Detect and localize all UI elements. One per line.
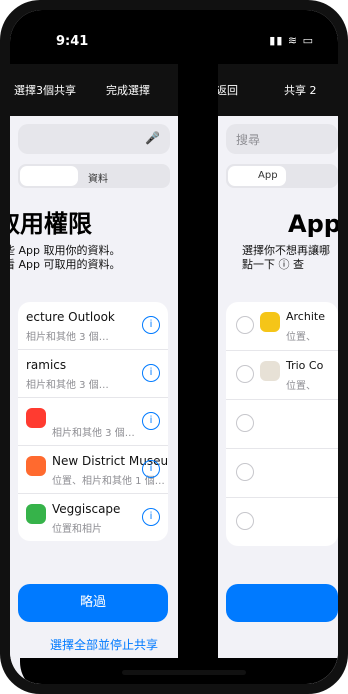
- architecture-outlook-icon: [260, 312, 280, 332]
- status-time: 9:41: [56, 34, 89, 49]
- description: 些 App 取用你的資料。 看 App 可取用的資料。: [10, 244, 120, 272]
- list-item[interactable]: New District Museum 位置、相片和其他 1 個… i: [18, 446, 168, 494]
- app-name: ecture Outlook: [26, 310, 115, 324]
- search-placeholder: 搜尋: [236, 133, 261, 147]
- list-item[interactable]: [226, 449, 338, 498]
- search-field[interactable]: 搜尋: [226, 124, 338, 154]
- info-icon[interactable]: i: [142, 412, 160, 430]
- list-item[interactable]: [226, 400, 338, 449]
- app-name: Archite: [286, 310, 325, 323]
- list-item[interactable]: ramics 相片和其他 3 個… i: [18, 350, 168, 398]
- done-selection[interactable]: 完成選擇: [106, 82, 150, 98]
- segment-app[interactable]: App: [258, 170, 278, 181]
- desc-line-1: 些 App 取用你的資料。: [10, 244, 121, 257]
- list-item[interactable]: 相片和其他 3 個… i: [18, 398, 168, 446]
- phone-screen: 9:41 ▮▮ ≋ ▭ 選擇3個共享 完成選擇 返回 共享 2 🎤 資料 取用權…: [10, 10, 338, 684]
- search-field[interactable]: 🎤: [18, 124, 170, 154]
- split-divider: [178, 64, 218, 684]
- phone-frame: 9:41 ▮▮ ≋ ▭ 選擇3個共享 完成選擇 返回 共享 2 🎤 資料 取用權…: [0, 0, 348, 694]
- list-item[interactable]: Trio Co 位置、: [226, 351, 338, 400]
- description: 選擇你不想再讓哪 點一下 ⓘ 查: [242, 244, 330, 272]
- info-icon[interactable]: i: [142, 508, 160, 526]
- app-subtitle: 相片和其他 3 個…: [26, 380, 109, 391]
- veggiscape-icon: [26, 504, 46, 524]
- trio-ceramics-icon: [260, 361, 280, 381]
- dynamic-island: [126, 10, 222, 36]
- desc-line-2: 點一下 ⓘ 查: [242, 258, 304, 271]
- segment-data[interactable]: 資料: [88, 170, 108, 185]
- desc-line-1: 選擇你不想再讓哪: [242, 244, 330, 257]
- right-title: 共享 2: [284, 84, 317, 97]
- stop-sharing-all-link[interactable]: 選擇全部並停止共享: [50, 636, 158, 653]
- info-icon[interactable]: i: [142, 316, 160, 334]
- info-icon[interactable]: i: [142, 460, 160, 478]
- museum-icon: [26, 456, 46, 476]
- list-item[interactable]: ecture Outlook 相片和其他 3 個… i: [18, 302, 168, 350]
- right-panel: 搜尋 App App 取 選擇你不想再讓哪 點一下 ⓘ 查 Archite 位置…: [218, 116, 338, 684]
- app-icon: [26, 408, 46, 428]
- top-bar: 選擇3個共享 完成選擇 返回 共享 2: [10, 64, 338, 116]
- mic-icon[interactable]: 🎤: [145, 131, 160, 145]
- app-name: Veggiscape: [52, 502, 121, 516]
- app-subtitle: 位置和相片: [52, 524, 102, 535]
- radio-button[interactable]: [236, 512, 254, 530]
- list-item[interactable]: [226, 498, 338, 546]
- app-subtitle: 位置、: [286, 332, 316, 343]
- app-select-list: Archite 位置、 Trio Co 位置、: [226, 302, 338, 546]
- status-bar: 9:41 ▮▮ ≋ ▭: [10, 10, 338, 64]
- app-subtitle: 位置、: [286, 381, 316, 392]
- skip-button[interactable]: 略過: [18, 584, 168, 622]
- app-list: ecture Outlook 相片和其他 3 個… i ramics 相片和其他…: [18, 302, 168, 541]
- info-icon[interactable]: i: [142, 364, 160, 382]
- segmented-control[interactable]: App: [226, 164, 338, 188]
- page-title: App 取: [288, 210, 338, 238]
- radio-button[interactable]: [236, 365, 254, 383]
- app-name: ramics: [26, 358, 67, 372]
- skip-button[interactable]: [226, 584, 338, 622]
- app-subtitle: 相片和其他 3 個…: [52, 428, 135, 439]
- left-panel: 🎤 資料 取用權限 些 App 取用你的資料。 看 App 可取用的資料。 ec…: [10, 116, 178, 684]
- segment-selected: [20, 166, 78, 186]
- radio-button[interactable]: [236, 463, 254, 481]
- radio-button[interactable]: [236, 414, 254, 432]
- list-item[interactable]: Veggiscape 位置和相片 i: [18, 494, 168, 541]
- app-name: Trio Co: [286, 359, 324, 372]
- status-indicators: ▮▮ ≋ ▭: [269, 34, 314, 47]
- radio-button[interactable]: [236, 316, 254, 334]
- left-title: 選擇3個共享: [14, 84, 76, 97]
- back-button[interactable]: 返回: [216, 82, 238, 98]
- home-indicator[interactable]: [122, 670, 246, 675]
- app-subtitle: 相片和其他 3 個…: [26, 332, 109, 343]
- list-item[interactable]: Archite 位置、: [226, 302, 338, 351]
- page-title: 取用權限: [10, 210, 92, 238]
- segmented-control[interactable]: 資料: [18, 164, 170, 188]
- desc-line-2: 看 App 可取用的資料。: [10, 258, 121, 271]
